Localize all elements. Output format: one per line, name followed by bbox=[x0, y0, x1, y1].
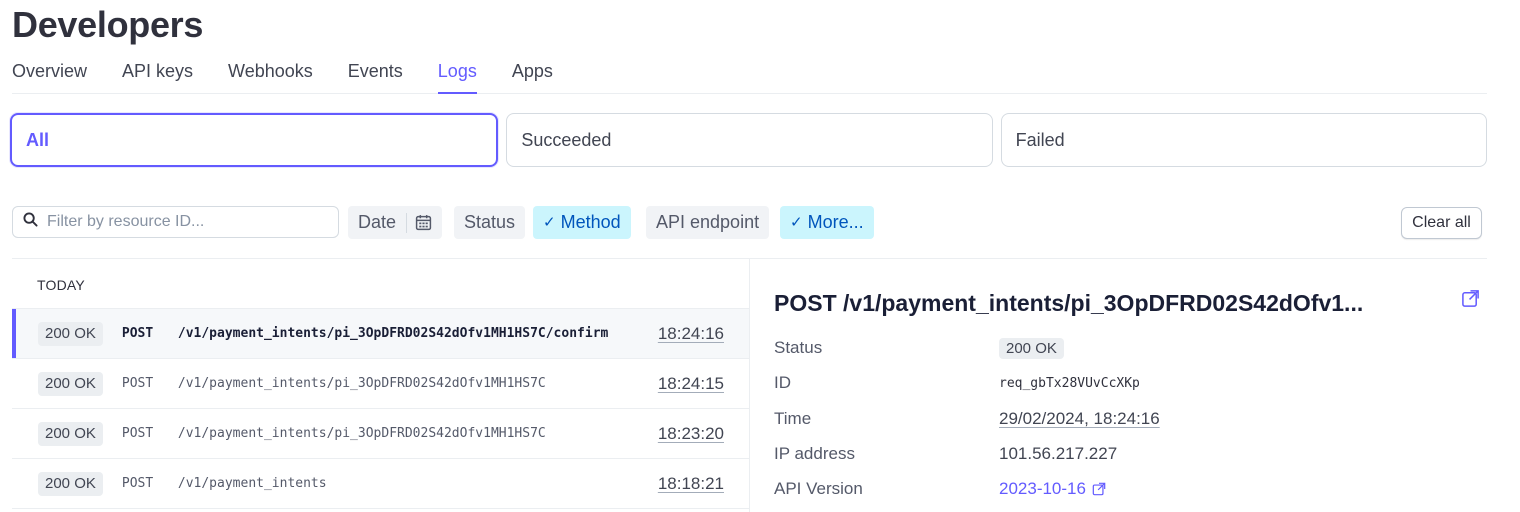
page-title: Developers bbox=[12, 4, 204, 45]
log-row[interactable]: 200 OK POST /v1/payment_intents/pi_3OpDF… bbox=[12, 409, 749, 459]
log-row[interactable]: 200 OK POST /v1/payment_intents/pi_3OpDF… bbox=[12, 359, 749, 409]
search-box bbox=[12, 206, 339, 238]
filter-more-chip[interactable]: ✓ More... bbox=[780, 206, 874, 239]
tab-events[interactable]: Events bbox=[348, 59, 403, 94]
tab-bar: Overview API keys Webhooks Events Logs A… bbox=[12, 59, 1487, 94]
detail-status-label: Status bbox=[774, 338, 823, 357]
detail-id-value: req_gbTx28VUvCcXKp bbox=[999, 375, 1140, 391]
request-path: /v1/payment_intents bbox=[177, 476, 327, 491]
detail-time-value: 29/02/2024, 18:24:16 bbox=[999, 409, 1160, 428]
detail-status-badge: 200 OK bbox=[999, 337, 1064, 359]
filter-status-chip[interactable]: Status bbox=[454, 206, 526, 239]
segment-all[interactable]: All bbox=[10, 113, 499, 167]
status-badge: 200 OK bbox=[38, 321, 103, 346]
detail-id-label: ID bbox=[774, 373, 791, 392]
detail-time-label: Time bbox=[774, 409, 812, 428]
filter-api-endpoint-label: API endpoint bbox=[656, 212, 760, 232]
search-icon bbox=[23, 212, 38, 232]
filter-status-label: Status bbox=[464, 212, 516, 232]
filter-more-label: More... bbox=[807, 212, 864, 232]
request-path: /v1/payment_intents/pi_3OpDFRD02S42dOfv1… bbox=[177, 326, 609, 341]
log-row[interactable]: 200 OK POST /v1/payment_intents/pi_3OpDF… bbox=[12, 309, 749, 359]
request-method: POST bbox=[121, 326, 154, 341]
check-icon: ✓ bbox=[543, 214, 556, 231]
detail-ip-value: 101.56.217.227 bbox=[999, 444, 1118, 463]
filter-date-label: Date bbox=[358, 212, 397, 232]
status-badge: 200 OK bbox=[38, 421, 103, 446]
request-path: /v1/payment_intents/pi_3OpDFRD02S42dOfv1… bbox=[177, 376, 546, 391]
detail-status-row: Status 200 OK bbox=[774, 330, 1486, 366]
detail-version-row: API Version 2023-10-16 bbox=[774, 471, 1486, 507]
detail-title: POST /v1/payment_intents/pi_3OpDFRD02S42… bbox=[774, 290, 1364, 316]
segment-succeeded[interactable]: Succeeded bbox=[506, 113, 993, 167]
chip-divider bbox=[406, 212, 408, 233]
calendar-icon bbox=[415, 214, 432, 231]
detail-version-label: API Version bbox=[774, 479, 863, 498]
tab-apps[interactable]: Apps bbox=[512, 59, 553, 94]
api-version-value: 2023-10-16 bbox=[999, 479, 1086, 498]
request-time: 18:24:15 bbox=[657, 373, 724, 393]
filter-bar: Date Status ✓ Method API endpoint ✓ More… bbox=[12, 206, 1482, 240]
filter-method-label: Method bbox=[560, 212, 621, 232]
request-time: 18:18:21 bbox=[657, 473, 724, 493]
request-time: 18:24:16 bbox=[657, 323, 724, 343]
segment-failed[interactable]: Failed bbox=[1000, 113, 1487, 167]
status-badge: 200 OK bbox=[38, 371, 103, 396]
tab-webhooks[interactable]: Webhooks bbox=[228, 59, 313, 94]
search-input[interactable] bbox=[47, 213, 317, 231]
detail-ip-label: IP address bbox=[774, 444, 855, 463]
request-method: POST bbox=[121, 376, 154, 391]
external-link-icon bbox=[1092, 482, 1106, 496]
request-method: POST bbox=[121, 426, 154, 441]
request-path: /v1/payment_intents/pi_3OpDFRD02S42dOfv1… bbox=[177, 426, 546, 441]
log-row[interactable]: 200 OK POST /v1/payment_intents 18:18:21 bbox=[12, 459, 749, 509]
clear-all-button[interactable]: Clear all bbox=[1401, 207, 1482, 239]
tab-overview[interactable]: Overview bbox=[12, 59, 87, 94]
status-segments: All Succeeded Failed bbox=[10, 113, 1487, 167]
check-icon: ✓ bbox=[790, 214, 803, 231]
detail-ip-row: IP address 101.56.217.227 bbox=[774, 436, 1486, 472]
detail-time-row: Time 29/02/2024, 18:24:16 bbox=[774, 401, 1486, 437]
log-list: TODAY 200 OK POST /v1/payment_intents/pi… bbox=[12, 259, 749, 509]
filter-api-endpoint-chip[interactable]: API endpoint bbox=[646, 206, 770, 239]
detail-id-row: ID req_gbTx28VUvCcXKp bbox=[774, 365, 1486, 401]
tab-api-keys[interactable]: API keys bbox=[122, 59, 193, 94]
request-method: POST bbox=[121, 476, 154, 491]
log-group-header: TODAY bbox=[12, 259, 749, 309]
api-version-link[interactable]: 2023-10-16 bbox=[999, 479, 1106, 499]
filter-method-chip[interactable]: ✓ Method bbox=[533, 206, 631, 239]
external-link-icon[interactable] bbox=[1461, 289, 1480, 308]
tab-logs[interactable]: Logs bbox=[437, 59, 477, 94]
filter-date-chip[interactable]: Date bbox=[348, 206, 443, 239]
request-time: 18:23:20 bbox=[657, 423, 724, 443]
pane-divider bbox=[749, 259, 750, 512]
status-badge: 200 OK bbox=[38, 471, 103, 496]
